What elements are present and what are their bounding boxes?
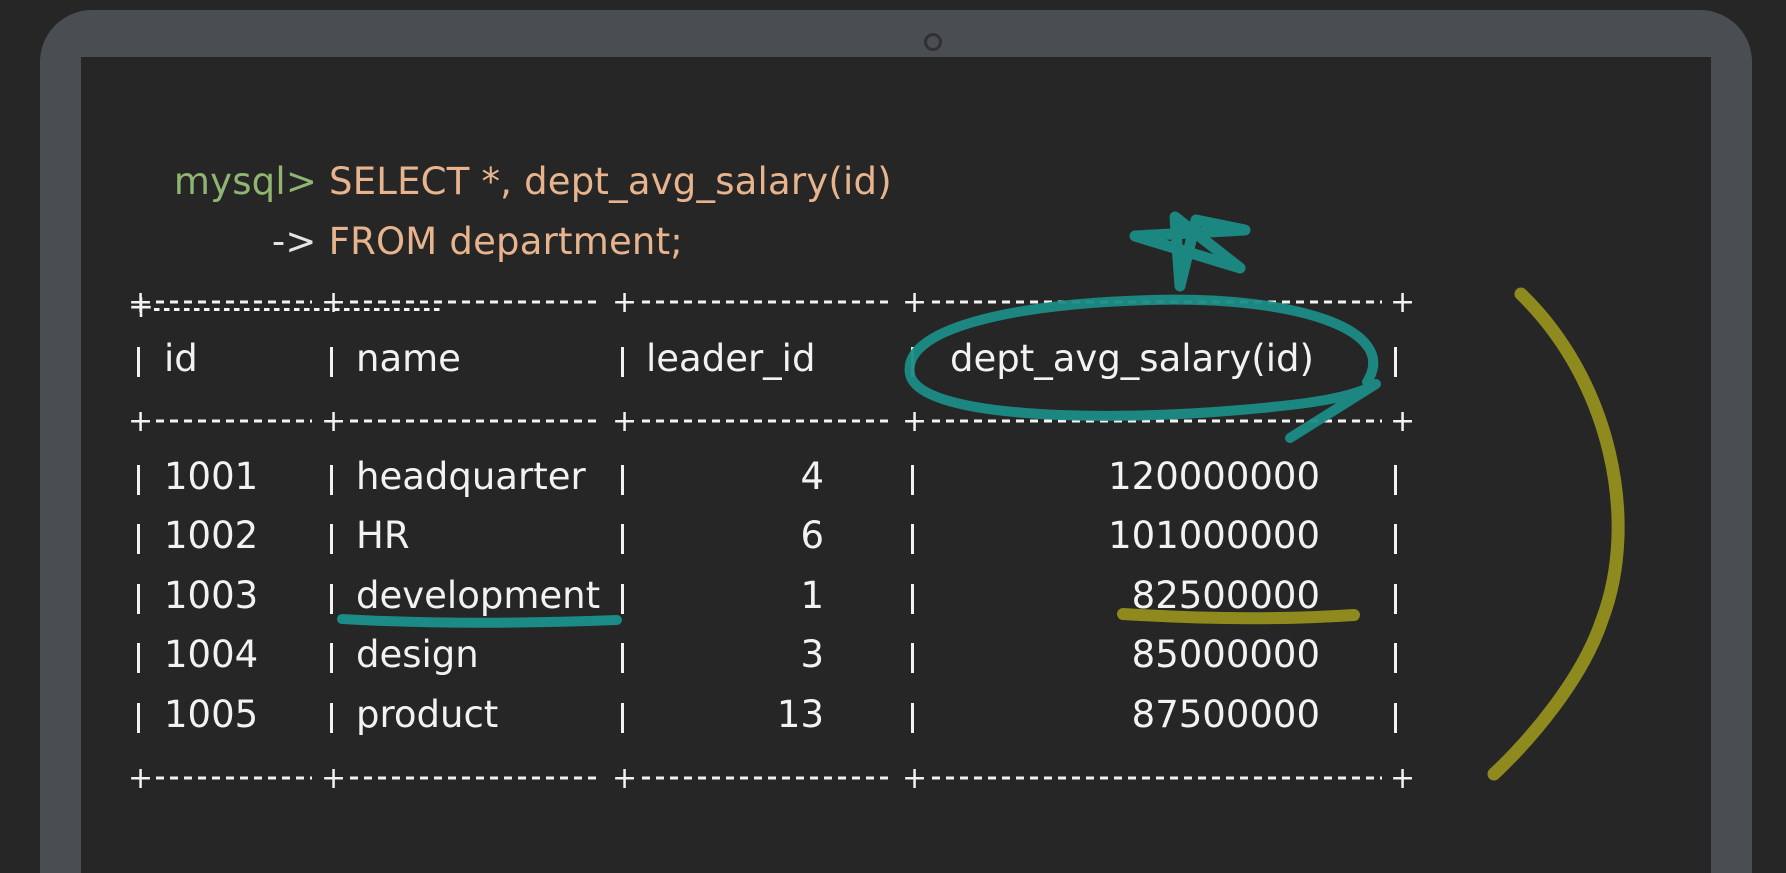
cell-dept-avg-salary: 85000000 bbox=[1131, 633, 1320, 676]
cell-leader-id: 13 bbox=[776, 693, 824, 736]
cell-leader-id: 4 bbox=[800, 455, 824, 498]
cell-name: headquarter bbox=[356, 455, 586, 498]
camera-icon bbox=[924, 33, 942, 51]
header-id: id bbox=[164, 337, 198, 380]
header-dept-avg-salary: dept_avg_salary(id) bbox=[950, 337, 1314, 380]
video-frame: mysql> SELECT *, dept_avg_salary(id) -> … bbox=[0, 0, 1786, 873]
table-border-top: + bbox=[128, 289, 1408, 325]
cell-name: product bbox=[356, 693, 499, 736]
cell-id: 1001 bbox=[164, 455, 259, 498]
cell-leader-id: 6 bbox=[800, 514, 824, 557]
cell-dept-avg-salary: 101000000 bbox=[1108, 514, 1320, 557]
cell-name: design bbox=[356, 633, 479, 676]
cell-id: 1002 bbox=[164, 514, 259, 557]
header-name: name bbox=[356, 337, 461, 380]
cell-id: 1004 bbox=[164, 633, 259, 676]
continuation-prompt: -> bbox=[271, 220, 317, 263]
cell-id: 1005 bbox=[164, 693, 259, 736]
sql-from: FROM department; bbox=[328, 220, 683, 263]
cell-id: 1003 bbox=[164, 574, 259, 617]
cell-dept-avg-salary: 120000000 bbox=[1108, 455, 1320, 498]
cell-leader-id: 1 bbox=[800, 574, 824, 617]
cell-name: HR bbox=[356, 514, 410, 557]
cell-leader-id: 3 bbox=[800, 633, 824, 676]
cell-name: development bbox=[356, 574, 601, 617]
cell-dept-avg-salary: 82500000 bbox=[1131, 574, 1320, 617]
cell-dept-avg-salary: 87500000 bbox=[1131, 693, 1320, 736]
header-leader-id: leader_id bbox=[646, 337, 816, 380]
command-line-2: -> FROM department; bbox=[224, 176, 683, 308]
